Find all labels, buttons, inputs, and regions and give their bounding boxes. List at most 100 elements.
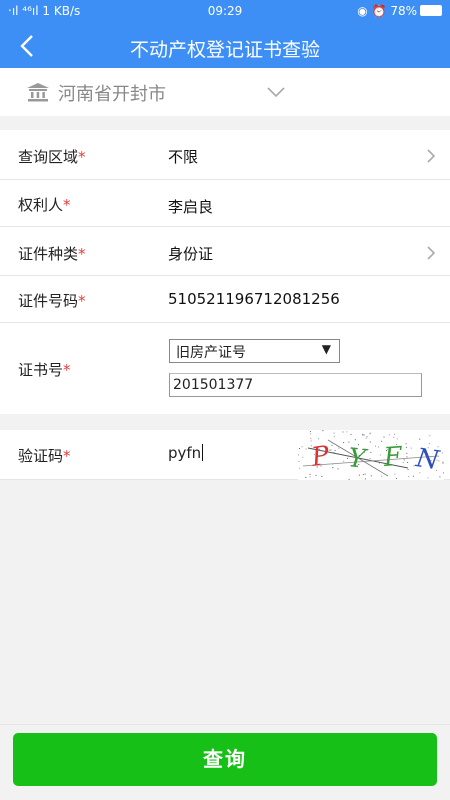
captcha-noise-dot [442, 462, 444, 464]
captcha-noise-dot [383, 436, 385, 438]
captcha-noise-dot [419, 438, 421, 440]
captcha-noise-dot [427, 477, 429, 479]
cert-number-row: 证书号* [0, 323, 450, 414]
captcha-noise-dot [358, 474, 360, 476]
captcha-noise-dot [338, 447, 340, 449]
captcha-noise-dot [370, 451, 372, 453]
captcha-noise-dot [346, 431, 348, 433]
required-mark: * [78, 292, 86, 310]
location-selector[interactable]: 河南省开封市 [0, 68, 450, 116]
captcha-noise-dot [309, 476, 311, 478]
id-number-label: 证件号码* [18, 292, 86, 310]
captcha-noise-dot [321, 476, 323, 477]
captcha-noise-dot [305, 477, 307, 478]
captcha-noise-dot [364, 473, 366, 475]
captcha-noise-dot [375, 445, 376, 447]
captcha-noise-dot [412, 475, 414, 477]
captcha-noise-dot [393, 436, 395, 438]
captcha-noise-dot [348, 478, 350, 480]
captcha-input[interactable]: pyfn [168, 444, 204, 462]
captcha-noise-dot [342, 431, 344, 433]
captcha-image[interactable]: PYFN [298, 430, 444, 480]
captcha-row: 验证码* pyfn PYFN [0, 430, 450, 480]
captcha-noise-dot [396, 438, 398, 440]
required-mark: * [63, 361, 71, 379]
captcha-noise-dot [395, 478, 397, 479]
captcha-noise-dot [298, 461, 300, 462]
captcha-noise-dot [369, 433, 371, 435]
captcha-noise-dot [407, 462, 409, 463]
captcha-noise-dot [301, 446, 303, 448]
captcha-noise-dot [441, 452, 443, 454]
captcha-noise-dot [364, 478, 366, 480]
region-row[interactable]: 查询区域* 不限 [0, 130, 450, 180]
captcha-noise-dot [410, 447, 412, 449]
captcha-label: 验证码* [18, 447, 71, 465]
captcha-noise-dot [318, 438, 319, 440]
captcha-noise-dot [350, 433, 352, 435]
chevron-right-icon [427, 149, 436, 163]
cert-type-select[interactable]: 旧房产证号 ▼ [169, 339, 340, 363]
owner-row[interactable]: 权利人* 李启良 [0, 180, 450, 227]
captcha-noise-dot [333, 432, 335, 434]
captcha-noise-dot [310, 438, 312, 440]
captcha-noise-dot [310, 440, 312, 442]
captcha-noise-dot [315, 474, 317, 476]
battery-status: ◉ ⏰ 78% [357, 4, 442, 18]
captcha-noise-dot [309, 431, 311, 433]
page-title: 不动产权登记证书查验 [129, 39, 320, 61]
captcha-noise-dot [402, 462, 404, 463]
captcha-noise-dot [405, 443, 407, 445]
header-bar: 不动产权登记证书查验 [0, 24, 450, 68]
required-mark: * [63, 447, 71, 465]
chevron-down-icon[interactable] [266, 85, 286, 99]
dropdown-caret-icon: ▼ [321, 342, 331, 356]
region-label: 查询区域* [18, 148, 86, 166]
captcha-noise-dot [343, 460, 345, 462]
id-type-row[interactable]: 证件种类* 身份证 [0, 227, 450, 276]
captcha-noise-dot [322, 430, 324, 432]
captcha-noise-dot [362, 433, 364, 435]
captcha-letter: F [382, 442, 404, 473]
chevron-right-icon [427, 246, 436, 260]
captcha-noise-dot [309, 473, 311, 475]
captcha-noise-dot [331, 444, 333, 446]
captcha-noise-dot [329, 449, 331, 451]
building-icon [27, 83, 49, 102]
captcha-noise-dot [406, 456, 408, 458]
cert-number-input[interactable]: 201501377 [169, 373, 422, 397]
captcha-noise-dot [334, 450, 336, 452]
captcha-noise-dot [381, 440, 383, 442]
captcha-noise-dot [298, 454, 299, 456]
captcha-noise-dot [429, 435, 431, 437]
owner-value[interactable]: 李启良 [168, 196, 213, 217]
captcha-noise-dot [299, 448, 300, 449]
id-number-row[interactable]: 证件号码* 510521196712081256 [0, 276, 450, 323]
bottom-bar: 查询 [0, 724, 450, 800]
id-number-value[interactable]: 510521196712081256 [168, 290, 340, 308]
captcha-noise-dot [394, 473, 396, 475]
status-bar: ‧ıl ⁴⁶ıl 1 KB/s 09:29 ◉ ⏰ 78% [0, 0, 450, 24]
cert-number-label: 证书号* [18, 361, 71, 379]
captcha-noise-dot [305, 448, 307, 450]
captcha-noise-dot [333, 436, 335, 438]
captcha-noise-dot [443, 472, 444, 474]
captcha-noise-dot [354, 439, 356, 441]
required-mark: * [78, 245, 86, 263]
captcha-noise-dot [442, 461, 444, 463]
query-button[interactable]: 查询 [13, 733, 437, 786]
captcha-noise-dot [406, 452, 408, 454]
owner-label: 权利人* [18, 196, 71, 214]
captcha-noise-dot [394, 433, 395, 435]
text-cursor [202, 444, 204, 461]
captcha-noise-dot [365, 437, 367, 439]
cert-number-value: 201501377 [173, 377, 254, 393]
captcha-noise-dot [377, 446, 379, 448]
captcha-noise-dot [366, 436, 368, 438]
captcha-noise-dot [299, 467, 301, 469]
cert-type-selected: 旧房产证号 [176, 345, 246, 361]
captcha-noise-dot [337, 468, 339, 470]
captcha-noise-dot [381, 475, 383, 477]
captcha-noise-dot [379, 454, 381, 456]
captcha-noise-dot [363, 434, 365, 436]
